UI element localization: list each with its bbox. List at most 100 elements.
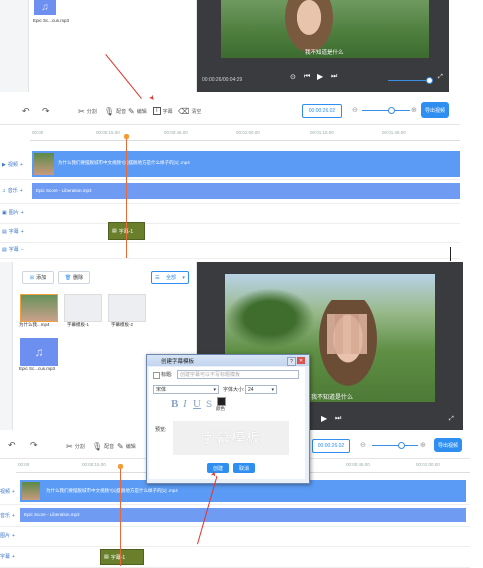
add-icon[interactable]: + xyxy=(21,210,24,216)
title-checkbox[interactable] xyxy=(153,372,160,379)
ruler-tick: 00:01:15.00 xyxy=(310,130,334,135)
media-thumb-audio-2[interactable]: ♫ xyxy=(20,338,58,366)
filter-select[interactable]: ☰ 全部 ▾ xyxy=(151,271,189,284)
add-icon[interactable]: + xyxy=(20,188,23,194)
media-thumb-audio[interactable]: ♫ xyxy=(34,0,56,15)
play-icon[interactable]: ▶ xyxy=(321,414,327,423)
microphone-icon: 🎙 xyxy=(104,107,115,116)
play-icon[interactable]: ▶ xyxy=(317,72,323,81)
title-placeholder: 创建字幕可以不写标题模板 xyxy=(180,372,241,378)
redo-icon[interactable]: ↷ xyxy=(42,106,50,117)
add-media-button[interactable]: ⊞ 添加 xyxy=(22,271,54,284)
image-track-label: 图片 xyxy=(0,533,11,539)
add-icon[interactable]: + xyxy=(21,229,24,235)
title-input[interactable]: 创建字幕可以不写标题模板 xyxy=(177,370,299,379)
next-icon[interactable]: ⏭ xyxy=(331,73,337,81)
media-label: 为什么我...mp4 xyxy=(19,322,50,327)
music-track-label: 音乐 xyxy=(0,513,11,519)
clear-button[interactable]: ⌫ 清空 xyxy=(178,107,201,116)
media-thumb-video[interactable] xyxy=(20,294,58,322)
media-thumb-template2[interactable] xyxy=(108,294,146,322)
undo-icon[interactable]: ↶ xyxy=(22,106,30,117)
dialog-help-icon[interactable]: ? xyxy=(287,357,296,366)
volume-slider[interactable] xyxy=(388,80,428,81)
add-icon[interactable]: + xyxy=(12,513,15,519)
edit-button[interactable]: ✎ 编辑 xyxy=(128,107,147,116)
subtitle-button[interactable]: T 字幕 xyxy=(153,107,173,115)
audio-clip[interactable]: Epic Score - Liberation.mp3 xyxy=(32,183,460,199)
subtitle-clip-2[interactable]: ▤ 字幕-1 xyxy=(100,549,144,565)
color-swatch[interactable] xyxy=(217,397,226,406)
video-clip[interactable]: 为什么我们要摆脱城市中文视频?[1]摆脱地方是什么样子的[1] .mp4 xyxy=(32,151,460,177)
ruler-tick: 00:00 xyxy=(18,462,30,467)
zoom-out-icon[interactable]: ⊖ xyxy=(360,441,366,449)
media-sidebar xyxy=(0,0,29,92)
split-button[interactable]: ✂ 分割 xyxy=(78,107,97,116)
font-select[interactable]: 宋体 ▾ xyxy=(153,385,219,394)
prev-icon[interactable]: ⏮ xyxy=(304,73,310,81)
pencil-icon: ✎ xyxy=(117,442,124,451)
scissors-icon: ✂ xyxy=(78,107,85,116)
create-subtitle-template-dialog: 创建字幕模板 ? ✕ 标题: 创建字幕可以不写标题模板 宋体 ▾ 字体大小: 24… xyxy=(146,354,310,484)
ruler-tick: 00:00 xyxy=(32,130,44,135)
subtitle-clip-icon: ▤ xyxy=(112,228,117,234)
italic-button[interactable]: I xyxy=(183,398,187,410)
playhead[interactable] xyxy=(126,136,127,258)
add-icon[interactable]: + xyxy=(20,162,23,168)
ruler-tick: 00:00:15.00 xyxy=(96,130,120,135)
next-icon[interactable]: ⏭ xyxy=(335,415,341,423)
voice-button[interactable]: 🎙 配音 xyxy=(104,107,126,116)
track-subtitle: ▤字幕+ ▤ 字幕-1 xyxy=(0,222,460,243)
media-thumb-template1[interactable] xyxy=(64,294,102,322)
font-size-select[interactable]: 24 ▾ xyxy=(245,385,277,394)
playhead-2[interactable] xyxy=(120,466,121,566)
video-icon: ▶ xyxy=(2,161,6,168)
strike-button[interactable]: S xyxy=(206,399,212,409)
audio-clip-2[interactable]: Epic Score - Liberation.mp3 xyxy=(20,508,466,522)
undo-icon[interactable]: ↶ xyxy=(8,440,16,451)
add-icon[interactable]: + xyxy=(12,489,15,495)
edit-button[interactable]: ✎ 编辑 xyxy=(117,442,136,451)
top-screenshot: ♫ Epic Sc...cus.mp3 我不知道是什么 00:00:26/00:… xyxy=(0,0,483,259)
zoom-knob[interactable] xyxy=(398,442,405,449)
export-button[interactable]: 导出视频 xyxy=(421,102,449,118)
add-icon[interactable]: + xyxy=(12,533,15,539)
time-input[interactable]: 00:00:26.02 xyxy=(302,104,342,118)
redo-icon[interactable]: ↷ xyxy=(30,440,38,451)
font-value: 宋体 xyxy=(156,387,167,393)
zoom-out-icon[interactable]: ⊖ xyxy=(352,106,358,114)
music-icon: ♫ xyxy=(2,187,6,194)
chevron-down-icon: ▾ xyxy=(213,386,216,393)
remove-icon[interactable]: − xyxy=(21,247,24,253)
trash-icon: 🗑 xyxy=(64,274,72,281)
add-icon[interactable]: + xyxy=(12,554,15,560)
playhead-knob[interactable] xyxy=(124,134,129,139)
track-label-subtitle: ▤ 字幕 + xyxy=(2,228,24,236)
voice-button[interactable]: 🎙 配音 xyxy=(92,442,114,451)
playhead-knob-2[interactable] xyxy=(118,464,123,469)
folder-plus-icon: ⊞ xyxy=(29,274,35,281)
split-button[interactable]: ✂ 分割 xyxy=(66,442,85,451)
zoom-slider[interactable] xyxy=(372,445,418,446)
ruler-tick: 00:00:15.00 xyxy=(82,462,106,467)
zoom-slider[interactable] xyxy=(362,110,410,111)
track-image-2: 图片 + xyxy=(0,528,470,547)
zoom-in-icon[interactable]: ⊕ xyxy=(420,441,426,449)
fullscreen-icon[interactable]: ⤢ xyxy=(438,74,443,81)
time-input[interactable]: 00:00:26.02 xyxy=(312,439,350,453)
volume-knob[interactable] xyxy=(426,77,433,84)
video-clip-thumb-2 xyxy=(22,482,40,500)
delete-media-button[interactable]: 🗑 删除 xyxy=(58,271,90,284)
subtitle-track-label: 字幕 xyxy=(0,554,11,560)
fullscreen-icon[interactable]: ⤢ xyxy=(449,416,454,423)
chevron-down-icon: ▾ xyxy=(182,274,185,281)
dialog-close-icon[interactable]: ✕ xyxy=(297,357,305,364)
zoom-in-icon[interactable]: ⊕ xyxy=(411,106,417,114)
underline-button[interactable]: U xyxy=(193,398,201,410)
zoom-knob[interactable] xyxy=(388,107,395,114)
cancel-button[interactable]: 取消 xyxy=(233,463,255,473)
export-button[interactable]: 导出视频 xyxy=(434,438,462,452)
subtitle-label: 字幕 xyxy=(162,108,173,115)
bold-button[interactable]: B xyxy=(171,398,178,410)
snapshot-icon[interactable]: ⊙ xyxy=(290,73,296,81)
